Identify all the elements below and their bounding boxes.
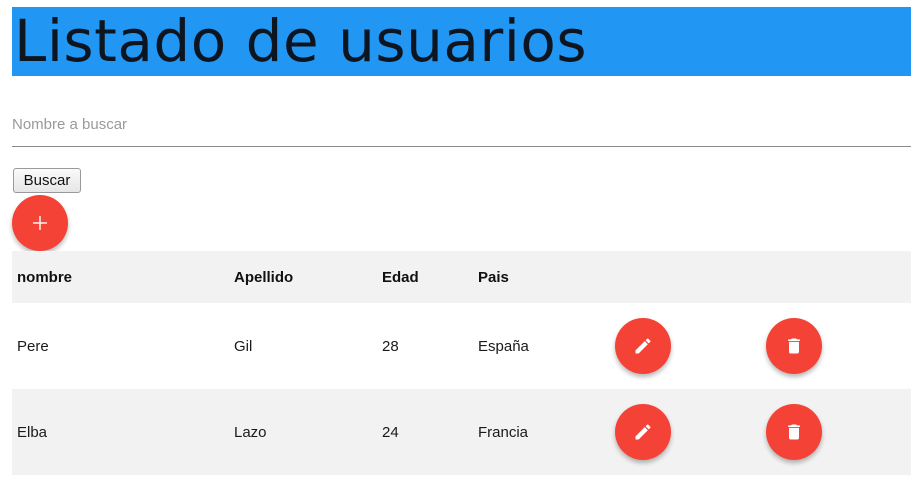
search-button[interactable]: Buscar [13, 168, 81, 193]
pencil-icon [633, 422, 653, 442]
cell-edad: 28 [382, 337, 399, 355]
user-list-page: Listado de usuarios Buscar nombre Apelli… [0, 0, 921, 480]
delete-user-button[interactable] [766, 404, 822, 460]
column-header-nombre: nombre [17, 268, 73, 286]
user-table: nombre Apellido Edad Pais Pere Gil 28 Es… [12, 251, 911, 475]
column-header-apellido: Apellido [234, 268, 294, 286]
cell-edad: 24 [382, 423, 399, 441]
edit-user-button[interactable] [615, 318, 671, 374]
cell-apellido: Gil [234, 337, 253, 355]
column-header-pais: Pais [478, 268, 509, 286]
table-header-row: nombre Apellido Edad Pais [12, 251, 911, 303]
column-header-edad: Edad [382, 268, 419, 286]
cell-pais: Francia [478, 423, 529, 441]
table-row: Elba Lazo 24 Francia [12, 389, 911, 475]
page-title: Listado de usuarios [14, 7, 588, 75]
page-title-bar: Listado de usuarios [12, 7, 911, 76]
trash-icon [784, 422, 804, 442]
cell-nombre: Pere [17, 337, 49, 355]
search-field [12, 104, 911, 147]
table-row: Pere Gil 28 España [12, 303, 911, 389]
edit-user-button[interactable] [615, 404, 671, 460]
pencil-icon [633, 336, 653, 356]
cell-apellido: Lazo [234, 423, 267, 441]
plus-icon [32, 215, 48, 231]
trash-icon [784, 336, 804, 356]
add-user-button[interactable] [12, 195, 68, 251]
cell-nombre: Elba [17, 423, 48, 441]
search-input[interactable] [12, 104, 911, 144]
cell-pais: España [478, 337, 529, 355]
delete-user-button[interactable] [766, 318, 822, 374]
